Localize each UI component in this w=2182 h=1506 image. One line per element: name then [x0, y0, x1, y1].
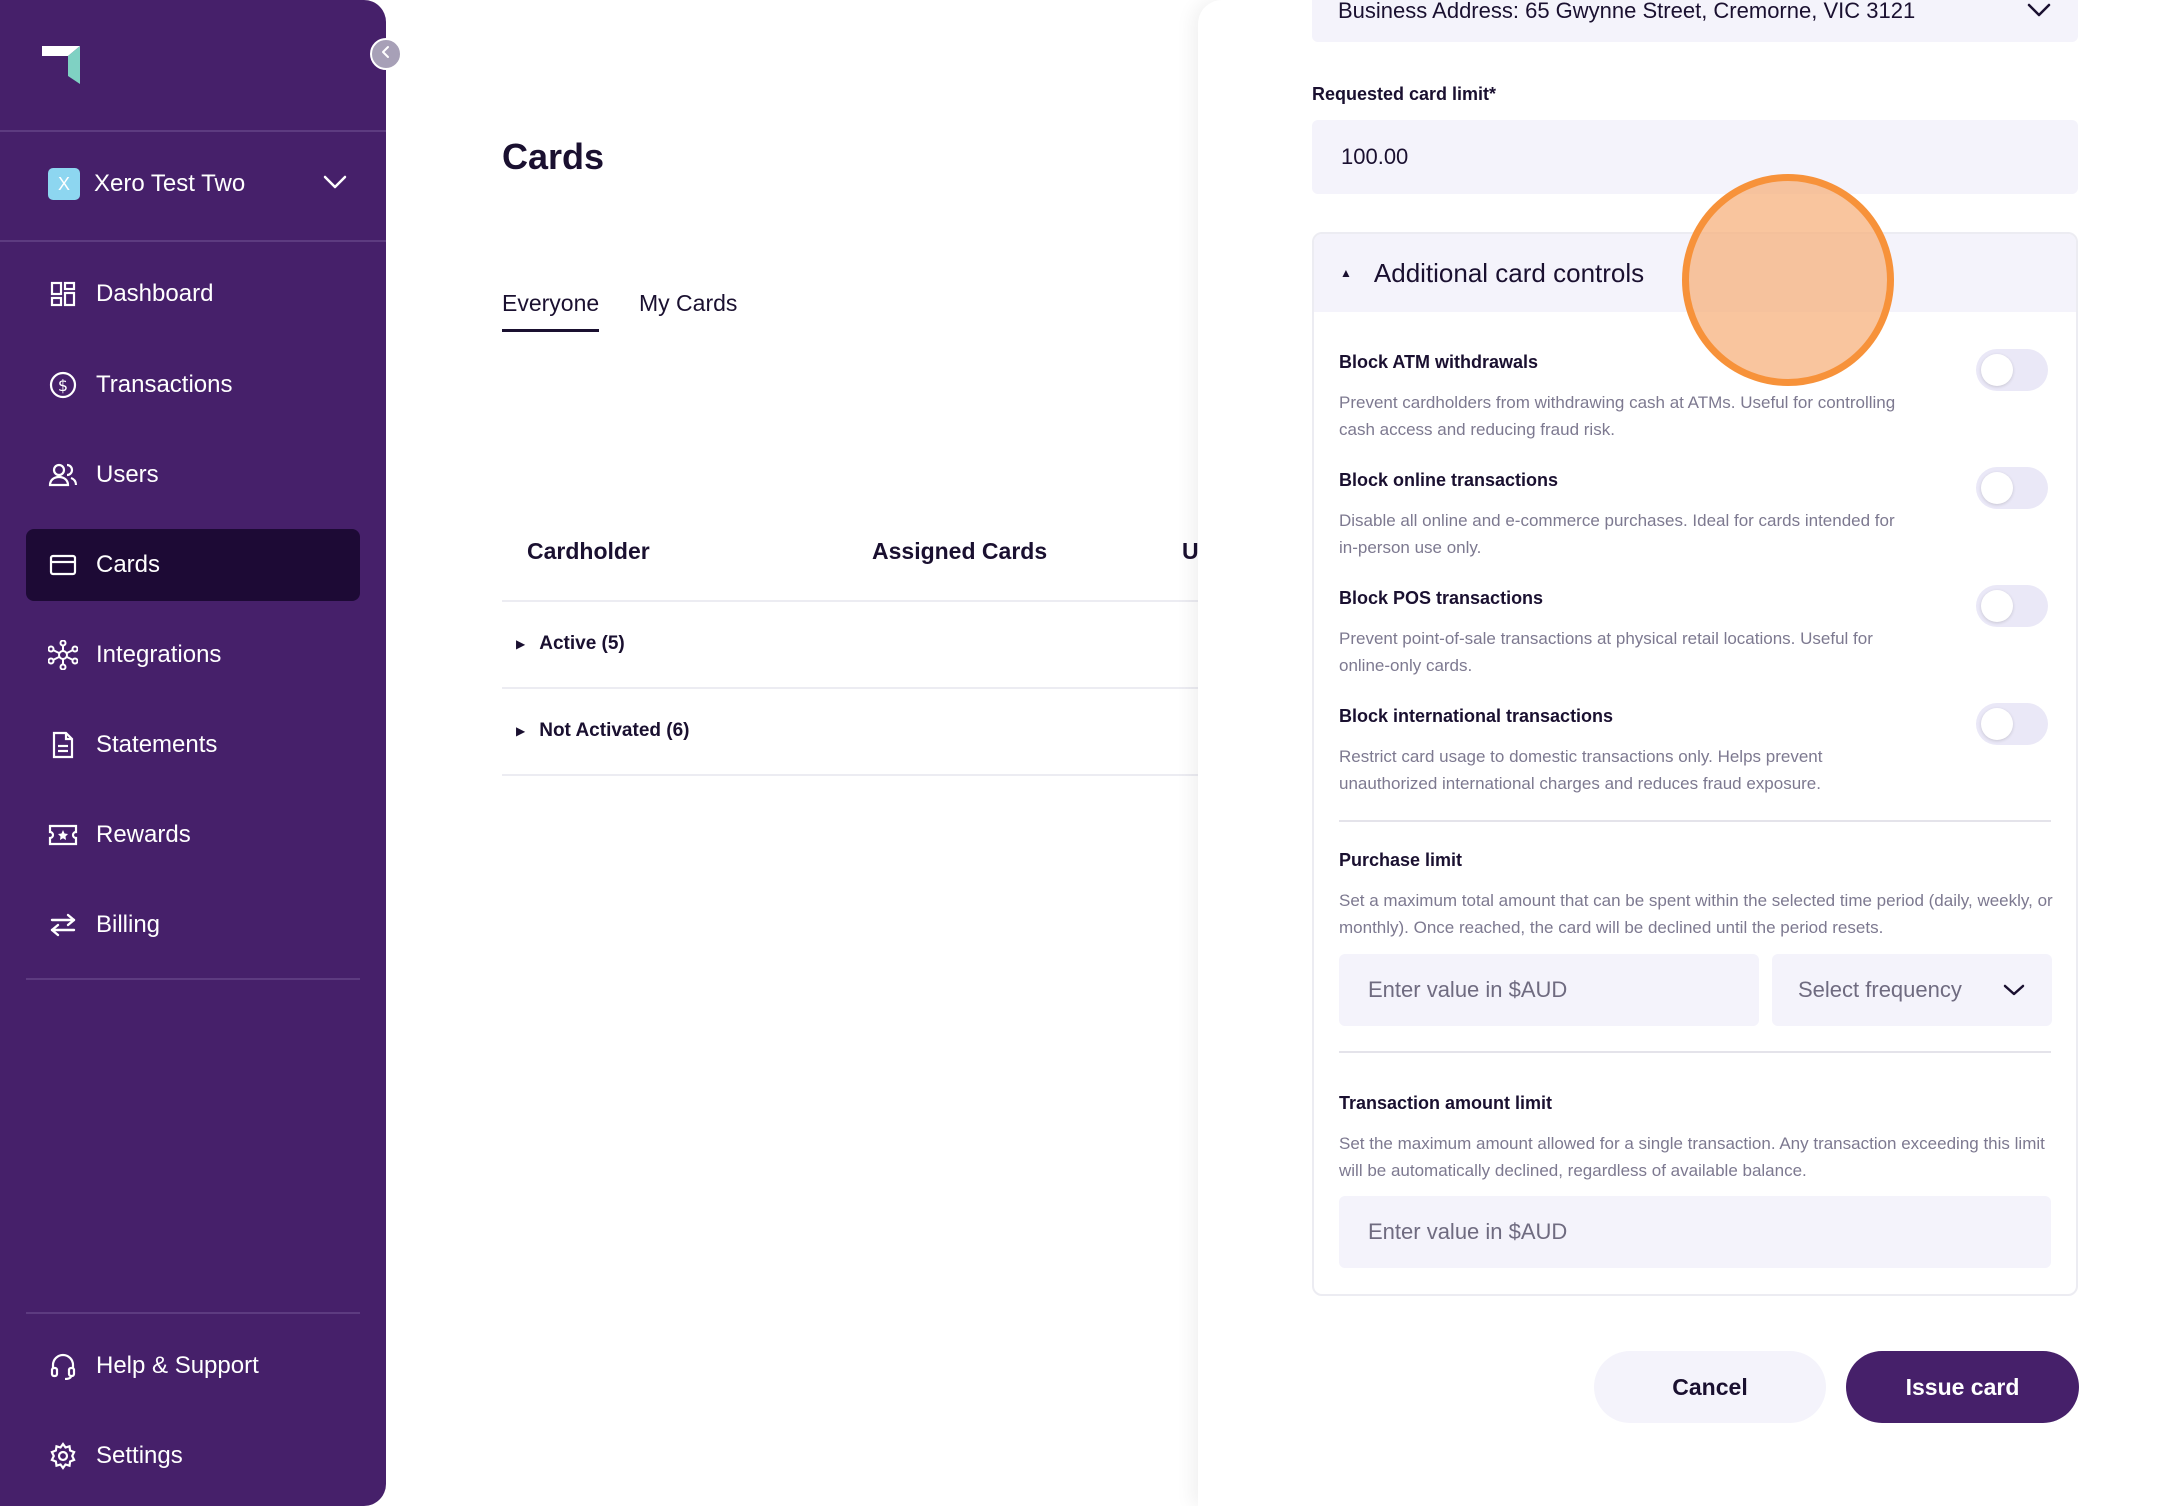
ticket-star-icon: [48, 820, 78, 850]
sidebar-item-transactions[interactable]: $ Transactions: [26, 349, 360, 421]
purchase-limit-placeholder: Enter value in $AUD: [1368, 977, 1568, 1002]
table-divider: [502, 687, 1202, 689]
toggle-block-atm[interactable]: [1976, 349, 2048, 391]
sidebar-item-label: Cards: [96, 551, 161, 578]
transaction-limit-placeholder: Enter value in $AUD: [1368, 1219, 1568, 1244]
card-limit-label: Requested card limit*: [1312, 84, 1497, 104]
org-name: Xero Test Two: [94, 170, 246, 197]
control-description: Restrict card usage to domestic transact…: [1339, 747, 1823, 793]
card-limit-input[interactable]: 100.00: [1312, 120, 2078, 194]
group-row-active[interactable]: ▶ Active (5): [516, 633, 625, 655]
sidebar: X Xero Test Two Dashboard $ Transactions…: [0, 0, 386, 1506]
issue-card-button[interactable]: Issue card: [1846, 1351, 2079, 1423]
collapse-sidebar-button[interactable]: [370, 38, 402, 70]
control-title: Block POS transactions: [1339, 588, 1544, 608]
group-label: Active (5): [539, 633, 625, 654]
sidebar-item-statements[interactable]: Statements: [26, 709, 360, 781]
sidebar-divider: [26, 1312, 360, 1314]
purchase-limit-description: Set a maximum total amount that can be s…: [1339, 891, 2053, 937]
network-icon: [48, 640, 78, 670]
sidebar-divider: [0, 240, 386, 242]
caret-right-icon: ▶: [516, 724, 526, 738]
arrows-swap-icon: [48, 910, 78, 940]
sidebar-item-label: Help & Support: [96, 1352, 259, 1379]
sidebar-item-rewards[interactable]: Rewards: [26, 799, 360, 871]
control-title: Block online transactions: [1339, 470, 1559, 490]
section-divider: [1339, 820, 2051, 822]
page-title: Cards: [502, 136, 605, 177]
group-row-not-activated[interactable]: ▶ Not Activated (6): [516, 720, 690, 742]
section-divider: [1339, 1051, 2051, 1053]
sidebar-item-settings[interactable]: Settings: [26, 1420, 360, 1492]
group-label: Not Activated (6): [539, 720, 690, 741]
toggle-knob: [1981, 590, 2013, 622]
sidebar-item-label: Transactions: [96, 371, 233, 398]
tab-my-cards[interactable]: My Cards: [639, 290, 737, 329]
control-description: Prevent cardholders from withdrawing cas…: [1339, 393, 1896, 439]
sidebar-item-label: Integrations: [96, 641, 222, 668]
sidebar-item-users[interactable]: Users: [26, 439, 360, 511]
sidebar-item-label: Billing: [96, 911, 161, 938]
table-divider: [502, 774, 1202, 776]
headset-icon: [48, 1351, 78, 1381]
control-description: Disable all online and e-commerce purcha…: [1339, 511, 1895, 557]
users-icon: [48, 460, 78, 490]
control-title: Block international transactions: [1339, 706, 1614, 726]
frequency-select[interactable]: Select frequency: [1772, 954, 2052, 1026]
sidebar-divider: [0, 130, 386, 132]
click-highlight: [1682, 174, 1894, 386]
sidebar-item-label: Dashboard: [96, 280, 214, 307]
sidebar-item-label: Statements: [96, 731, 218, 758]
chevron-down-icon: [2002, 977, 2026, 1003]
purchase-limit-title: Purchase limit: [1339, 850, 1463, 870]
tab-everyone[interactable]: Everyone: [502, 290, 600, 332]
transaction-limit-description: Set the maximum amount allowed for a sin…: [1339, 1134, 2045, 1180]
toggle-block-online[interactable]: [1976, 467, 2048, 509]
card-limit-value: 100.00: [1341, 144, 1409, 169]
chevron-down-icon: [2026, 0, 2052, 24]
sidebar-item-cards[interactable]: Cards: [26, 529, 360, 601]
dashboard-icon: [48, 279, 78, 309]
chevron-down-icon: [322, 174, 348, 195]
column-header-assigned-cards[interactable]: Assigned Cards: [872, 538, 1047, 565]
transaction-limit-title: Transaction amount limit: [1339, 1093, 1553, 1113]
control-title: Block ATM withdrawals: [1339, 352, 1539, 372]
caret-up-icon: ▲: [1340, 266, 1352, 280]
address-select[interactable]: Business Address: 65 Gwynne Street, Crem…: [1312, 0, 2078, 42]
chevron-left-icon: [380, 45, 392, 64]
table-divider: [502, 600, 1202, 602]
gear-icon: [48, 1441, 78, 1471]
sidebar-item-integrations[interactable]: Integrations: [26, 619, 360, 691]
transaction-limit-input[interactable]: Enter value in $AUD: [1339, 1196, 2051, 1268]
toggle-knob: [1981, 354, 2013, 386]
sidebar-item-dashboard[interactable]: Dashboard: [26, 258, 360, 330]
sidebar-item-help[interactable]: Help & Support: [26, 1330, 360, 1402]
sidebar-item-label: Rewards: [96, 821, 191, 848]
cancel-button[interactable]: Cancel: [1594, 1351, 1826, 1423]
additional-controls-title: Additional card controls: [1373, 257, 1645, 288]
sidebar-item-label: Settings: [96, 1442, 183, 1469]
sidebar-divider: [26, 978, 360, 980]
address-value: Business Address: 65 Gwynne Street, Crem…: [1338, 0, 1916, 23]
dollar-circle-icon: $: [48, 370, 78, 400]
app-logo[interactable]: [40, 40, 84, 84]
svg-text:$: $: [58, 376, 68, 395]
sidebar-item-label: Users: [96, 461, 159, 488]
org-badge: X: [48, 168, 80, 200]
card-icon: [48, 550, 78, 580]
toggle-knob: [1981, 472, 2013, 504]
toggle-block-pos[interactable]: [1976, 585, 2048, 627]
purchase-limit-input[interactable]: Enter value in $AUD: [1339, 954, 1759, 1026]
toggle-knob: [1981, 708, 2013, 740]
column-header-cardholder[interactable]: Cardholder: [527, 538, 650, 565]
column-header-truncated[interactable]: U: [1182, 538, 1199, 565]
frequency-placeholder: Select frequency: [1798, 977, 1962, 1002]
document-icon: [48, 730, 78, 760]
toggle-block-international[interactable]: [1976, 703, 2048, 745]
control-description: Prevent point-of-sale transactions at ph…: [1339, 629, 1873, 675]
org-switcher[interactable]: X Xero Test Two: [48, 166, 348, 202]
caret-right-icon: ▶: [516, 637, 526, 651]
sidebar-item-billing[interactable]: Billing: [26, 889, 360, 961]
